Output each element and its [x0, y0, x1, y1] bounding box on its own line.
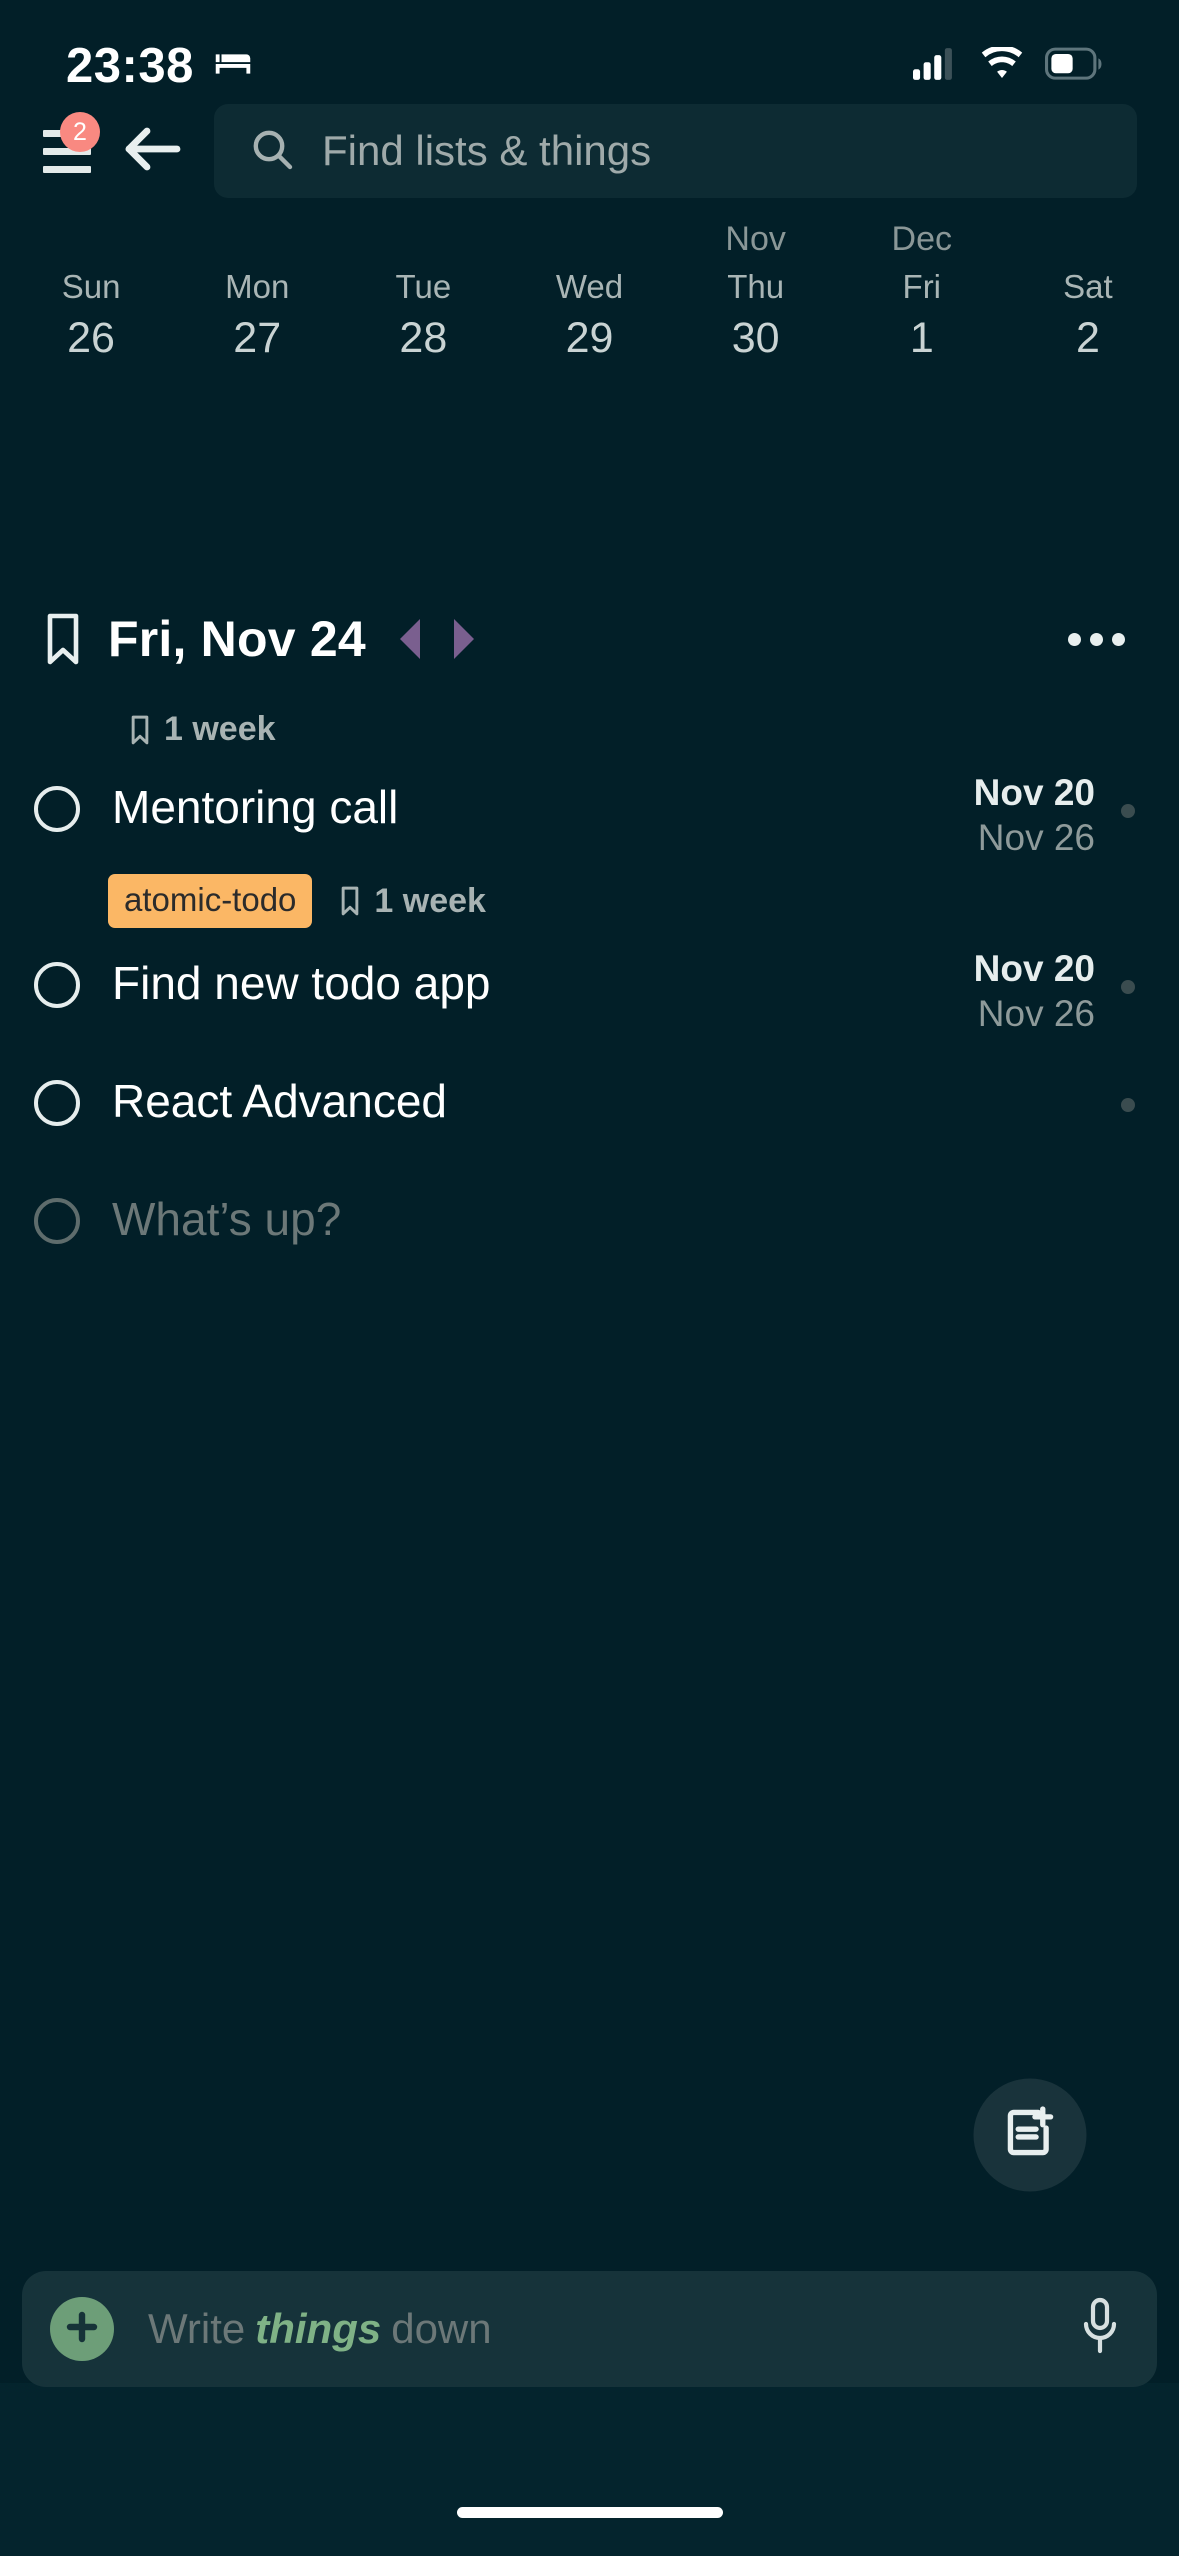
status-bar-clock: 23:38 [66, 38, 194, 93]
plus-icon [64, 2309, 100, 2350]
day-number: 30 [731, 314, 780, 362]
week-day-1[interactable]: Mon 27 [174, 212, 340, 362]
task-status-dot [1121, 980, 1135, 994]
status-bar-left: 23:38 [66, 41, 256, 92]
day-number: 2 [1075, 314, 1100, 362]
task-tag-duration: 1 week [338, 882, 486, 921]
month-label: Dec [891, 220, 952, 258]
task-row[interactable]: React Advanced [0, 1062, 1179, 1158]
menu-notification-badge: 2 [60, 112, 100, 152]
day-name: Tue [395, 268, 452, 305]
battery-icon [1045, 47, 1103, 86]
home-indicator [456, 2507, 723, 2518]
week-day-3[interactable]: Wed 29 [506, 212, 672, 362]
composer-bar[interactable]: Write things down [22, 2271, 1157, 2387]
task-tag[interactable]: atomic-todo [108, 874, 313, 928]
week-strip: Sun 26 Mon 27 Tue 28 Wed 29 Nov Thu 30 D… [0, 212, 1179, 362]
day-name: Sat [1063, 268, 1113, 305]
task-list: Mentoring call Nov 20 Nov 26 atomic-todo… [0, 768, 1179, 1276]
list-duration-text: 1 week [164, 710, 276, 748]
day-name: Thu [727, 268, 785, 305]
back-button[interactable] [110, 114, 194, 188]
day-name: Mon [225, 268, 290, 305]
composer-placeholder-prefix: Write [148, 2305, 246, 2352]
task-checkbox[interactable] [34, 1198, 80, 1244]
day-number: 26 [67, 314, 115, 362]
status-bar-right [913, 44, 1103, 86]
bookmark-icon [338, 885, 362, 917]
bookmark-icon[interactable] [34, 612, 92, 666]
task-date-range [905, 1180, 1095, 1182]
cellular-signal-icon [913, 47, 959, 86]
day-number: 27 [233, 314, 282, 362]
task-title: Mentoring call [112, 781, 399, 833]
day-name: Fri [902, 268, 942, 305]
task-checkbox[interactable] [34, 786, 80, 832]
week-day-0[interactable]: Sun 26 [8, 212, 174, 362]
back-arrow-icon [121, 123, 183, 180]
list-duration-label: 1 week [128, 710, 276, 749]
task-row[interactable]: Mentoring call Nov 20 Nov 26 [0, 768, 1179, 864]
next-day-triangle-icon[interactable] [453, 619, 474, 659]
search-icon [248, 125, 296, 178]
more-dot [1068, 632, 1081, 646]
new-task-row[interactable]: What’s up? [0, 1180, 1179, 1276]
add-item-button[interactable] [50, 2297, 114, 2361]
task-date-range: Nov 20 Nov 26 [905, 768, 1095, 860]
week-day-4[interactable]: Nov Thu 30 [673, 212, 839, 362]
task-status-dot [1121, 1098, 1135, 1112]
more-options-button[interactable] [1058, 623, 1135, 656]
task-tag-row: atomic-todo 1 week [0, 864, 1179, 944]
week-day-2[interactable]: Tue 28 [340, 212, 506, 362]
month-label: Nov [725, 220, 786, 258]
more-dot [1090, 632, 1103, 646]
bottom-bar: Write things down [0, 2271, 1179, 2556]
bed-icon [210, 41, 256, 92]
date-header: Fri, Nov 24 [0, 600, 1179, 678]
task-date-range [905, 1062, 1095, 1064]
day-name: Wed [555, 268, 624, 305]
microphone-icon [1077, 2296, 1123, 2363]
page-title: Fri, Nov 24 [108, 611, 366, 667]
search-input[interactable]: Find lists & things [322, 127, 651, 175]
task-status-dot [1121, 804, 1135, 818]
day-number: 28 [399, 314, 448, 362]
day-number: 29 [565, 314, 614, 362]
new-note-icon [1001, 2104, 1059, 2167]
search-bar[interactable]: Find lists & things [214, 104, 1137, 198]
composer-input[interactable]: Write things down [148, 2305, 492, 2353]
composer-placeholder-accent: things [255, 2305, 382, 2352]
day-name: Sun [61, 268, 121, 305]
date-nav [399, 619, 474, 659]
new-note-fab[interactable] [973, 2078, 1087, 2192]
task-title: React Advanced [112, 1075, 448, 1127]
wifi-icon [979, 44, 1025, 86]
task-row[interactable]: Find new todo app Nov 20 Nov 26 [0, 944, 1179, 1040]
task-date-start: Nov 20 [973, 772, 1095, 813]
day-number: 1 [909, 314, 934, 362]
task-date-end: Nov 26 [977, 817, 1095, 859]
composer-placeholder-suffix: down [391, 2305, 492, 2352]
task-tag-duration-text: 1 week [374, 881, 486, 920]
previous-day-triangle-icon[interactable] [399, 619, 420, 659]
task-date-range: Nov 20 Nov 26 [905, 944, 1095, 1036]
hamburger-menu-button[interactable]: 2 [30, 112, 104, 188]
top-bar: 2 Find lists & things [0, 104, 1179, 198]
task-checkbox[interactable] [34, 1080, 80, 1126]
task-checkbox[interactable] [34, 962, 80, 1008]
hamburger-line [43, 165, 91, 173]
task-title: Find new todo app [112, 957, 491, 1009]
bookmark-icon [128, 714, 152, 746]
week-day-5[interactable]: Dec Fri 1 [839, 212, 1005, 362]
task-date-start: Nov 20 [973, 948, 1095, 989]
week-day-6[interactable]: Sat 2 [1005, 212, 1171, 362]
voice-input-button[interactable] [1077, 2296, 1123, 2363]
task-date-end: Nov 26 [977, 993, 1095, 1035]
new-task-placeholder[interactable]: What’s up? [112, 1180, 885, 1250]
more-dot [1112, 632, 1125, 646]
